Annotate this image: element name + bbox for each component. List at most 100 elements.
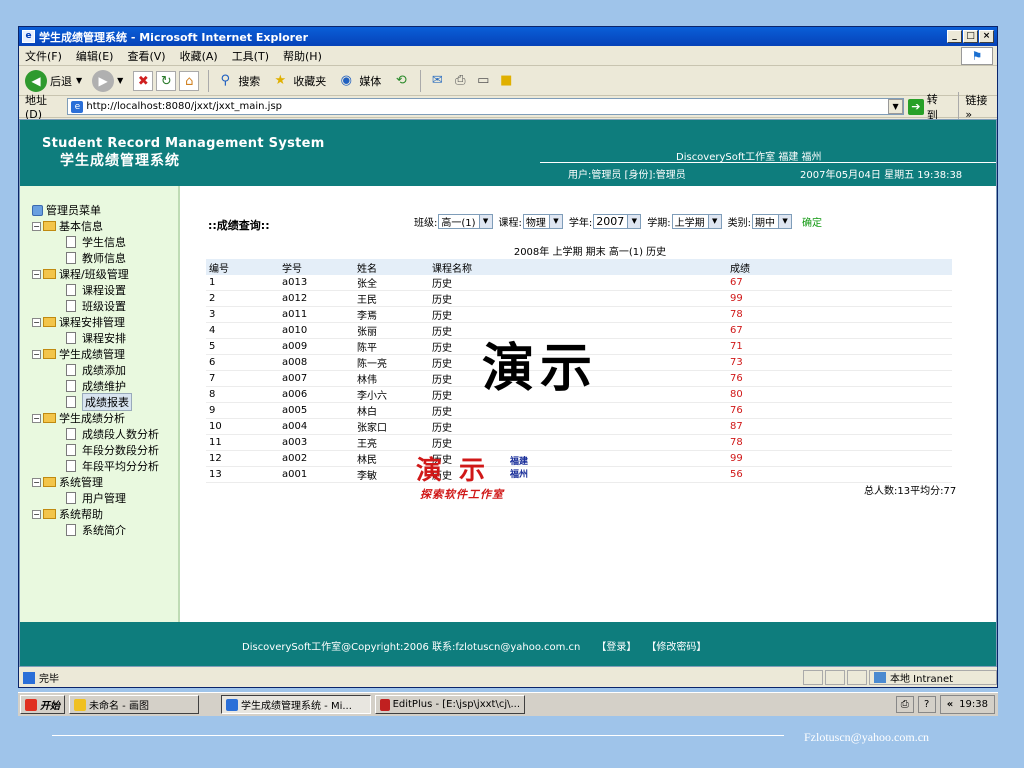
security-zone: 本地 Intranet [869, 670, 997, 685]
sidebar-item-course-setup[interactable]: 课程设置 [32, 282, 178, 298]
windows-flag-icon [25, 698, 37, 711]
watermark-location: 福建 福州 [510, 456, 528, 482]
start-button[interactable]: 开始 [20, 695, 65, 714]
paint-icon [74, 698, 86, 711]
table-row: 2 a012 王民 历史 99 [206, 290, 952, 307]
mail-icon[interactable]: ✉ [427, 71, 447, 91]
links-button[interactable]: 链接 » [958, 92, 997, 121]
menu-view[interactable]: 查看(V) [127, 48, 165, 64]
class-select[interactable]: 高一(1) ▼ [438, 214, 493, 229]
cell-score: 56 [727, 466, 952, 483]
sidebar-group-system[interactable]: − 系统管理 [32, 474, 178, 490]
confirm-button[interactable]: 确定 [802, 214, 822, 229]
status-cell [847, 670, 867, 685]
page-icon [66, 428, 76, 440]
sidebar-item-student-info[interactable]: 学生信息 [32, 234, 178, 250]
cell-course: 历史 [429, 290, 727, 307]
forward-button[interactable]: ▶ ▼ [92, 69, 123, 92]
cell-id: 8 [206, 386, 279, 403]
collapse-icon: − [32, 317, 41, 327]
sidebar-item-grade-add[interactable]: 成绩添加 [32, 362, 178, 378]
media-icon: ◉ [340, 72, 352, 88]
edit-icon[interactable]: ▭ [473, 71, 493, 91]
refresh-icon[interactable]: ↻ [156, 70, 177, 91]
taskbar-ie[interactable]: 学生成绩管理系统 - Mi... [221, 695, 371, 714]
cell-student-no: a012 [279, 290, 354, 307]
cell-student-no: a003 [279, 434, 354, 451]
print-icon[interactable]: ⎙ [450, 71, 470, 91]
page-icon [66, 364, 76, 376]
messenger-icon[interactable]: ■ [496, 71, 516, 91]
page-done-icon [23, 671, 35, 684]
course-select[interactable]: 物理 ▼ [522, 214, 563, 229]
close-button[interactable]: × [979, 30, 994, 43]
change-password-link[interactable]: 【修改密码】 [646, 638, 706, 653]
minimize-button[interactable]: _ [947, 30, 962, 43]
ie-app-icon: e [22, 30, 35, 43]
tray-expand-icon[interactable]: « [947, 699, 953, 710]
menu-help[interactable]: 帮助(H) [283, 48, 322, 64]
home-icon[interactable]: ⌂ [179, 70, 200, 91]
sidebar-group-help[interactable]: − 系统帮助 [32, 506, 178, 522]
maximize-button[interactable]: □ [963, 30, 978, 43]
taskbar-editplus[interactable]: EditPlus - [E:\jsp\jxxt\cj\... [375, 695, 525, 714]
sidebar-item-grade-report[interactable]: 成绩报表 [32, 393, 178, 411]
menu-file[interactable]: 文件(F) [25, 48, 62, 64]
type-select[interactable]: 期中 ▼ [752, 214, 793, 229]
cell-name: 张全 [354, 275, 429, 291]
printer-icon[interactable]: ⎙ [895, 696, 914, 713]
search-button[interactable]: ⚲ 搜索 [215, 71, 261, 91]
sidebar-group-analysis[interactable]: − 学生成绩分析 [32, 410, 178, 426]
term-select[interactable]: 上学期 ▼ [671, 214, 722, 229]
sidebar-item-teacher-info[interactable]: 教师信息 [32, 250, 178, 266]
col-header-course: 课程名称 [429, 259, 727, 275]
col-header-name: 姓名 [354, 259, 429, 275]
cell-course: 历史 [429, 434, 727, 451]
back-arrow-icon: ◀ [25, 69, 47, 92]
cell-id: 9 [206, 402, 279, 419]
sidebar-group-schedule[interactable]: − 课程安排管理 [32, 314, 178, 330]
page-icon [66, 252, 76, 264]
sidebar-item-course-schedule[interactable]: 课程安排 [32, 330, 178, 346]
back-button[interactable]: ◀ 后退 ▼ [25, 69, 83, 92]
sidebar-item-class-setup[interactable]: 班级设置 [32, 298, 178, 314]
favorites-button[interactable]: ★ 收藏夹 [270, 71, 326, 91]
back-dropdown-icon: ▼ [76, 76, 83, 85]
sidebar-item-user-manage[interactable]: 用户管理 [32, 490, 178, 506]
sidebar-group-grades[interactable]: − 学生成绩管理 [32, 346, 178, 362]
sidebar-group-basic[interactable]: − 基本信息 [32, 218, 178, 234]
taskbar-paint[interactable]: 未命名 - 画图 [69, 695, 199, 714]
menu-edit[interactable]: 编辑(E) [76, 48, 114, 64]
table-row: 12 a002 林民 历史 99 [206, 450, 952, 467]
status-cells: 本地 Intranet [803, 670, 997, 685]
start-label: 开始 [40, 701, 60, 712]
sidebar-item-grade-maintain[interactable]: 成绩维护 [32, 378, 178, 394]
sidebar-item-system-intro[interactable]: 系统简介 [32, 522, 178, 538]
address-input[interactable]: e http://localhost:8080/jxxt/jxxt_main.j… [67, 98, 905, 115]
menu-favorites[interactable]: 收藏(A) [180, 48, 218, 64]
report-caption: 2008年 上学期 期末 高一(1) 历史 [513, 247, 667, 258]
menu-tools[interactable]: 工具(T) [232, 48, 269, 64]
sidebar-group-course-class[interactable]: − 课程/班级管理 [32, 266, 178, 282]
header-divider [540, 162, 996, 163]
sidebar-item-grade-average[interactable]: 年段平均分分析 [32, 458, 178, 474]
stop-icon[interactable]: ✖ [133, 70, 154, 91]
go-arrow-icon[interactable]: ➔ [908, 98, 924, 115]
address-dropdown-icon[interactable]: ▼ [888, 99, 904, 114]
app-footer: DiscoverySoft工作室@Copyright:2006 联系:fzlot… [20, 622, 996, 666]
page-icon [66, 524, 76, 536]
sidebar-item-grade-band[interactable]: 年段分数段分析 [32, 442, 178, 458]
status-cell [803, 670, 823, 685]
term-select-value: 上学期 [674, 218, 705, 229]
history-icon[interactable]: ⟲ [391, 71, 411, 91]
course-label: 课程: [498, 218, 522, 229]
page-icon: e [71, 100, 84, 113]
year-select[interactable]: 2007 ▼ [593, 214, 642, 229]
cell-student-no: a006 [279, 386, 354, 403]
go-button[interactable]: 转到 [927, 91, 949, 123]
help-icon[interactable]: ? [917, 696, 936, 713]
media-button[interactable]: ◉ 媒体 [336, 71, 382, 91]
sidebar-item-band-count[interactable]: 成绩段人数分析 [32, 426, 178, 442]
login-link[interactable]: 【登录】 [596, 638, 636, 653]
chevron-down-icon: ▼ [778, 215, 792, 228]
